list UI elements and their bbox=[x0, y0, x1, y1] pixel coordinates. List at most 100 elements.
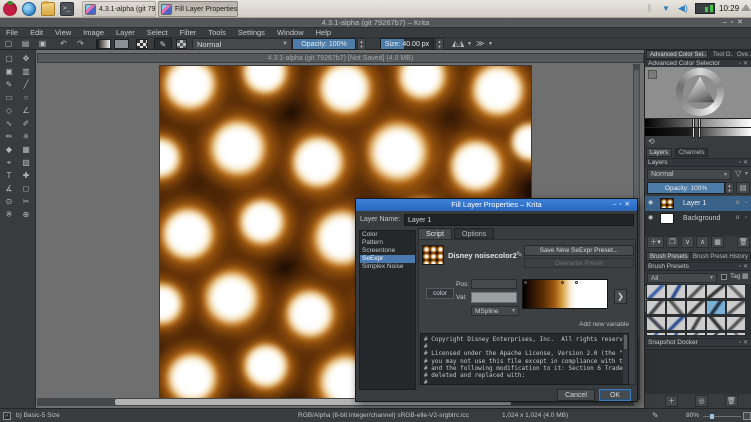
menu-window[interactable]: Window bbox=[271, 28, 310, 38]
freehand-brush-tool[interactable]: ✎ bbox=[1, 78, 17, 91]
freehand-select-tool[interactable]: ✂ bbox=[18, 195, 34, 208]
polyline-tool[interactable]: ∠ bbox=[18, 104, 34, 117]
ok-button[interactable]: OK bbox=[599, 389, 631, 401]
menu-image[interactable]: Image bbox=[77, 28, 110, 38]
variable-chip-color[interactable]: color bbox=[426, 288, 454, 299]
tag-checkbox[interactable] bbox=[721, 274, 727, 280]
brush-preset[interactable] bbox=[706, 332, 726, 336]
val-input[interactable] bbox=[471, 292, 517, 303]
menu-tools[interactable]: Tools bbox=[202, 28, 232, 38]
contiguous-select-tool[interactable]: ※ bbox=[1, 208, 17, 221]
ellipse-select-tool[interactable]: ⊙ bbox=[1, 195, 17, 208]
menu-view[interactable]: View bbox=[49, 28, 77, 38]
generator-seexpr[interactable]: SeExpr bbox=[360, 255, 415, 263]
tab-brush-presets[interactable]: Brush Presets bbox=[646, 252, 692, 261]
brush-preset-icon[interactable]: ✓ bbox=[3, 412, 11, 420]
script-editor[interactable]: # Copyright Disney Enterprises, Inc. All… bbox=[420, 333, 629, 385]
duplicate-layer-button[interactable]: ❐ bbox=[666, 236, 679, 248]
fill-color-swatch[interactable] bbox=[114, 39, 129, 49]
wifi-icon[interactable]: ▼ bbox=[662, 3, 670, 14]
generator-screentone[interactable]: Screentone bbox=[360, 247, 415, 255]
menu-file[interactable]: File bbox=[0, 28, 24, 38]
snapshot-list[interactable] bbox=[645, 349, 751, 394]
overwrite-preset-button[interactable]: Overwrite Preset bbox=[524, 258, 634, 268]
ramp-marker[interactable] bbox=[524, 281, 527, 284]
add-variable-link[interactable]: Add new variable bbox=[541, 321, 629, 328]
layer-style-button[interactable]: ▤ bbox=[736, 182, 750, 194]
tab-options[interactable]: Options bbox=[454, 228, 494, 239]
brush-preset-chooser-icon[interactable] bbox=[176, 39, 187, 49]
interpolation-dropdown[interactable]: MSpline ▼ bbox=[471, 306, 519, 316]
generator-pattern[interactable]: Pattern bbox=[360, 239, 415, 247]
brush-preset[interactable] bbox=[726, 332, 746, 336]
create-snapshot-button[interactable]: ＋ bbox=[665, 395, 678, 407]
delete-layer-button[interactable]: 🗑 bbox=[737, 236, 750, 248]
rect-select-tool[interactable]: ◻ bbox=[18, 182, 34, 195]
pattern-swatch[interactable] bbox=[136, 39, 148, 49]
brush-preset[interactable] bbox=[706, 300, 726, 315]
move-layer-down-button[interactable]: ∨ bbox=[681, 236, 694, 248]
color-sampler-tool[interactable]: ⌖ bbox=[1, 156, 17, 169]
layer-row[interactable]: ◉Backgroundα ▫ bbox=[645, 211, 751, 226]
size-spinner[interactable]: ▲▼ bbox=[435, 38, 444, 50]
browser-icon[interactable] bbox=[22, 2, 36, 16]
chevron-down-icon[interactable]: ▼ bbox=[488, 39, 493, 49]
brush-preset[interactable] bbox=[646, 316, 666, 331]
tab-brush-preset-history[interactable]: Brush Preset History bbox=[689, 252, 751, 261]
tab-overview[interactable]: Ove... bbox=[733, 50, 751, 59]
layer-blend-mode-dropdown[interactable]: Normal ▼ bbox=[647, 169, 731, 180]
layer-filter-icon[interactable]: ▽ bbox=[735, 169, 741, 178]
color-history-icon[interactable]: ⟲ bbox=[648, 137, 655, 146]
menu-help[interactable]: Help bbox=[310, 28, 337, 38]
tab-advanced-color-selector[interactable]: Advanced Color Sel... bbox=[646, 50, 708, 59]
subwindow-titlebar[interactable]: 4.3.1-alpha (git 79267b7) [Not Saved] (4… bbox=[37, 53, 644, 63]
terminal-icon[interactable]: >_ bbox=[60, 2, 74, 16]
gradient-tool[interactable]: ▥ bbox=[18, 65, 34, 78]
visibility-eye-icon[interactable]: ◉ bbox=[648, 200, 656, 207]
gradient-swatch[interactable] bbox=[96, 39, 111, 49]
color-patch-button[interactable] bbox=[648, 70, 657, 79]
open-document-icon[interactable]: ▤ bbox=[20, 39, 31, 49]
value-strip[interactable] bbox=[645, 118, 751, 127]
switch-snapshot-button[interactable]: ◎ bbox=[695, 395, 708, 407]
blending-mode-dropdown[interactable]: Normal ▼ bbox=[192, 38, 292, 50]
ramp-marker[interactable] bbox=[575, 281, 578, 284]
size-slider[interactable]: Size: 40.00 px bbox=[380, 38, 434, 50]
display-mode-icon[interactable]: ▦ bbox=[742, 272, 749, 280]
pattern-edit-tool[interactable]: ▦ bbox=[18, 143, 34, 156]
brush-preset[interactable] bbox=[646, 284, 666, 299]
brush-preset[interactable] bbox=[646, 300, 666, 315]
brush-preset[interactable] bbox=[646, 332, 666, 336]
bluetooth-icon[interactable]: ᛒ bbox=[647, 3, 652, 14]
fill-tool[interactable]: ◆ bbox=[1, 143, 17, 156]
brush-preset[interactable] bbox=[686, 332, 706, 336]
clock[interactable]: 10:29 bbox=[719, 4, 739, 13]
zoom-tool[interactable]: ⊕ bbox=[18, 208, 34, 221]
bezier-curve-tool[interactable]: ∿ bbox=[1, 117, 17, 130]
crop-tool[interactable]: ▣ bbox=[1, 65, 17, 78]
move-tool[interactable]: ✥ bbox=[18, 52, 34, 65]
polygon-tool[interactable]: ◇ bbox=[1, 104, 17, 117]
brush-preset[interactable] bbox=[666, 284, 686, 299]
current-brush-name[interactable]: b) Basic-5 Size bbox=[16, 412, 60, 419]
ellipse-tool[interactable]: ○ bbox=[18, 91, 34, 104]
tab-script[interactable]: Script bbox=[418, 228, 452, 239]
opacity-spinner[interactable]: ▲▼ bbox=[357, 38, 366, 50]
selection-display-icon[interactable]: ✎ bbox=[652, 411, 659, 420]
brush-preset[interactable] bbox=[686, 316, 706, 331]
script-scrollbar[interactable] bbox=[623, 334, 628, 384]
chevron-down-icon[interactable]: ▼ bbox=[744, 171, 749, 177]
rectangle-tool[interactable]: ▭ bbox=[1, 91, 17, 104]
taskbar-window-dialog[interactable]: Fill Layer Properties -- bbox=[158, 1, 238, 17]
dialog-close-button[interactable]: ✕ bbox=[625, 201, 633, 208]
color-profile-status[interactable]: RGB/Alpha (8-bit integer/channel) sRGB-e… bbox=[298, 412, 469, 419]
brush-preset[interactable] bbox=[726, 284, 746, 299]
edit-preset-icon[interactable]: ✎ bbox=[516, 250, 523, 259]
visibility-eye-icon[interactable]: ◉ bbox=[648, 215, 656, 222]
text-tool[interactable]: T bbox=[1, 169, 17, 182]
layer-opacity-spinner[interactable]: ▲▼ bbox=[725, 182, 734, 194]
zoom-level[interactable]: 80% bbox=[686, 412, 699, 419]
redo-icon[interactable]: ↷ bbox=[75, 39, 86, 49]
move-layer-up-button[interactable]: ∧ bbox=[696, 236, 709, 248]
generator-color[interactable]: Color bbox=[360, 231, 415, 239]
